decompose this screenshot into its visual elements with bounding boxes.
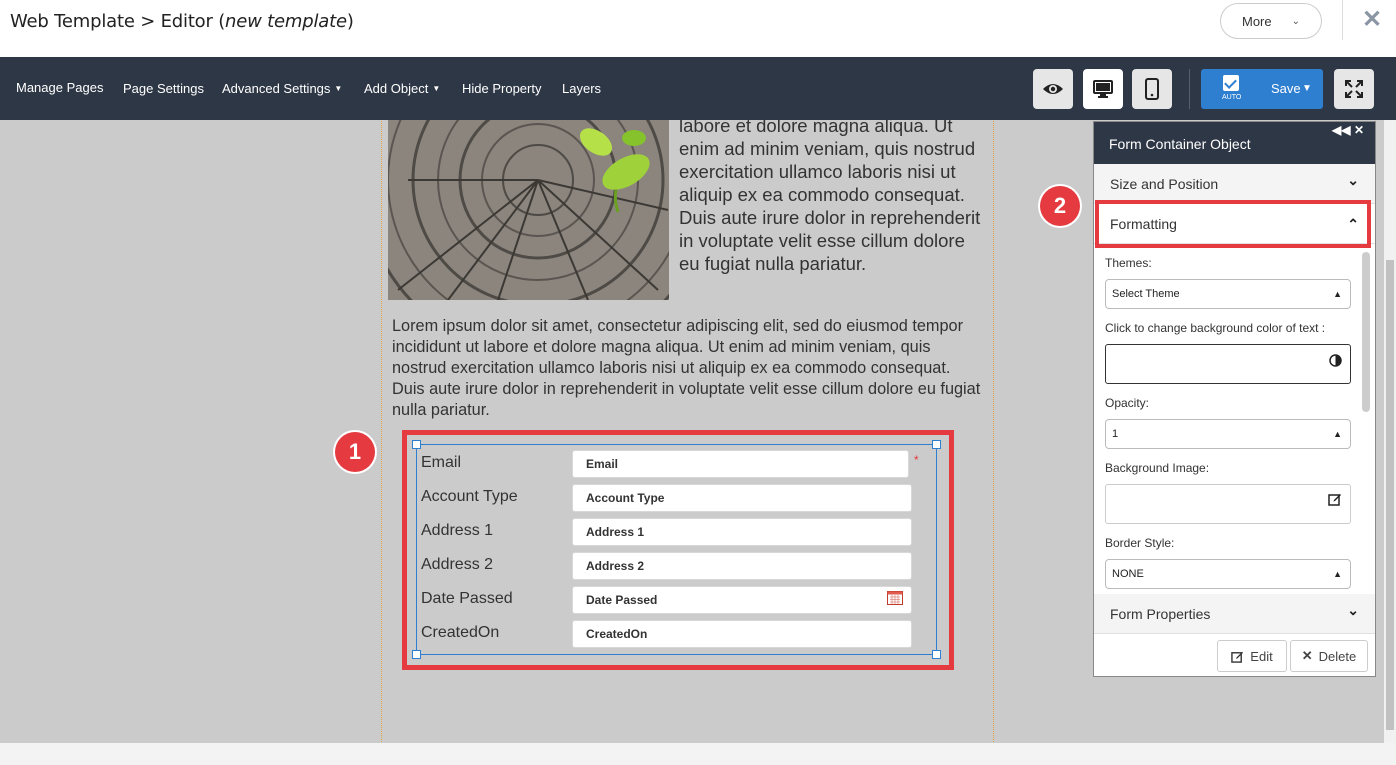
desktop-icon bbox=[1093, 80, 1113, 98]
tree-stump-picture bbox=[388, 120, 669, 300]
caret-down-icon: ▼ bbox=[432, 84, 441, 93]
chevron-down-icon: ⌄ bbox=[1291, 15, 1301, 27]
email-label: Email bbox=[421, 454, 462, 471]
more-label: More bbox=[1242, 13, 1272, 29]
opacity-value: 1 bbox=[1112, 428, 1119, 440]
close-panel-icon[interactable]: ✕ bbox=[1354, 123, 1364, 137]
desktop-view-button[interactable] bbox=[1083, 69, 1123, 109]
expand-icon bbox=[1345, 80, 1363, 98]
contrast-icon bbox=[1329, 354, 1342, 367]
account-type-label: Account Type bbox=[421, 488, 518, 505]
scrollbar-thumb[interactable] bbox=[1386, 260, 1394, 730]
tree-stump-image[interactable] bbox=[388, 120, 669, 300]
body-paragraph-2: Lorem ipsum dolor sit amet, consectetur … bbox=[392, 317, 981, 419]
address-1-field[interactable]: Address 1 bbox=[572, 518, 912, 546]
edit-icon[interactable] bbox=[1328, 492, 1342, 506]
chevron-down-icon: ⌄ bbox=[1347, 172, 1359, 188]
preview-button[interactable] bbox=[1033, 69, 1073, 109]
callout-badge-1: 1 bbox=[335, 432, 375, 472]
border-style-value: NONE bbox=[1112, 568, 1144, 580]
save-button[interactable]: AUTO Save ▼ bbox=[1201, 69, 1323, 109]
page-title: Web Template > Editor (new template) bbox=[10, 11, 354, 32]
background-image-label: Background Image: bbox=[1105, 461, 1210, 475]
date-passed-field[interactable]: Date Passed bbox=[572, 586, 912, 614]
address-1-label: Address 1 bbox=[421, 522, 494, 539]
close-icon[interactable]: ✕ bbox=[1360, 6, 1384, 34]
chevron-down-icon: ⌄ bbox=[1347, 602, 1359, 618]
callout-badge-2: 2 bbox=[1040, 186, 1080, 226]
close-icon: ✕ bbox=[1301, 648, 1313, 663]
created-on-field[interactable]: CreatedOn bbox=[572, 620, 912, 648]
save-label: Save bbox=[1271, 81, 1301, 96]
background-image-field[interactable] bbox=[1105, 484, 1351, 524]
themes-select[interactable]: Select Theme ▲ bbox=[1105, 279, 1351, 309]
created-on-label: CreatedOn bbox=[421, 624, 500, 641]
date-passed-label: Date Passed bbox=[421, 590, 513, 607]
mobile-view-button[interactable] bbox=[1132, 69, 1172, 109]
edit-button[interactable]: Edit bbox=[1217, 640, 1287, 672]
border-style-select[interactable]: NONE ▲ bbox=[1105, 559, 1351, 589]
background-color-label: Click to change background color of text… bbox=[1105, 321, 1326, 335]
delete-button[interactable]: ✕ Delete bbox=[1290, 640, 1368, 672]
canvas-scrollbar[interactable] bbox=[1384, 120, 1396, 743]
email-field[interactable]: Email bbox=[572, 450, 909, 478]
select-arrows-icon: ▲ bbox=[1333, 289, 1342, 299]
edit-label: Edit bbox=[1250, 648, 1273, 664]
calendar-icon[interactable] bbox=[887, 590, 903, 605]
opacity-select[interactable]: 1 ▲ bbox=[1105, 419, 1351, 449]
form-properties-label: Form Properties bbox=[1110, 606, 1211, 622]
title-suffix: ) bbox=[346, 11, 354, 32]
resize-handle-sw[interactable] bbox=[412, 650, 421, 659]
panel-title: Form Container Object bbox=[1109, 136, 1251, 152]
title-bar: Web Template > Editor (new template) Mor… bbox=[0, 0, 1396, 57]
resize-handle-se[interactable] bbox=[932, 650, 941, 659]
panel-footer: Edit ✕ Delete bbox=[1094, 633, 1375, 676]
menu-manage-pages[interactable]: Manage Pages bbox=[16, 80, 103, 95]
toolbar-divider bbox=[1189, 69, 1190, 109]
panel-header: Form Container Object ◀◀ ✕ bbox=[1094, 122, 1375, 164]
title-prefix: Web Template > Editor ( bbox=[10, 11, 226, 32]
background-color-picker[interactable] bbox=[1105, 344, 1351, 384]
add-object-label: Add Object bbox=[364, 81, 429, 96]
select-arrows-icon: ▲ bbox=[1333, 429, 1342, 439]
opacity-label: Opacity: bbox=[1105, 396, 1150, 410]
editor-toolbar: Manage Pages Page Settings Advanced Sett… bbox=[0, 57, 1396, 120]
mobile-icon bbox=[1145, 78, 1159, 100]
caret-down-icon[interactable]: ▼ bbox=[1302, 83, 1312, 94]
fullscreen-button[interactable] bbox=[1334, 69, 1374, 109]
menu-add-object[interactable]: Add Object ▼ bbox=[364, 81, 440, 96]
bottom-strip bbox=[0, 743, 1396, 765]
caret-down-icon: ▼ bbox=[334, 84, 343, 93]
accordion-size-position[interactable]: Size and Position ⌄ bbox=[1094, 164, 1375, 204]
highlight-formatting-section bbox=[1095, 200, 1371, 248]
eye-icon bbox=[1043, 84, 1063, 94]
collapse-panel-icon[interactable]: ◀◀ bbox=[1332, 123, 1350, 137]
divider bbox=[1342, 0, 1343, 40]
more-button[interactable]: More ⌄ bbox=[1220, 3, 1322, 39]
account-type-field[interactable]: Account Type bbox=[572, 484, 912, 512]
themes-label: Themes: bbox=[1105, 256, 1152, 270]
address-2-label: Address 2 bbox=[421, 556, 494, 573]
edit-icon bbox=[1231, 651, 1244, 663]
select-arrows-icon: ▲ bbox=[1333, 569, 1342, 579]
size-position-label: Size and Position bbox=[1110, 176, 1219, 192]
border-style-label: Border Style: bbox=[1105, 536, 1175, 550]
address-2-field[interactable]: Address 2 bbox=[572, 552, 912, 580]
body-paragraph-1: labore et dolore magna aliqua. Ut enim a… bbox=[679, 120, 981, 274]
advanced-settings-label: Advanced Settings bbox=[222, 81, 331, 96]
menu-advanced-settings[interactable]: Advanced Settings ▼ bbox=[222, 81, 342, 96]
menu-page-settings[interactable]: Page Settings bbox=[123, 81, 204, 96]
panel-scrollbar[interactable] bbox=[1362, 252, 1370, 412]
checkbox-icon bbox=[1223, 75, 1239, 91]
required-marker: * bbox=[914, 453, 919, 467]
auto-save-label: AUTO bbox=[1222, 94, 1242, 101]
delete-label: Delete bbox=[1318, 648, 1357, 664]
themes-value: Select Theme bbox=[1112, 288, 1180, 300]
resize-handle-ne[interactable] bbox=[932, 440, 941, 449]
menu-hide-property[interactable]: Hide Property bbox=[462, 81, 541, 96]
menu-layers[interactable]: Layers bbox=[562, 81, 601, 96]
title-template-name: new template bbox=[225, 11, 347, 32]
resize-handle-nw[interactable] bbox=[412, 440, 421, 449]
accordion-form-properties[interactable]: Form Properties ⌄ bbox=[1094, 594, 1375, 634]
